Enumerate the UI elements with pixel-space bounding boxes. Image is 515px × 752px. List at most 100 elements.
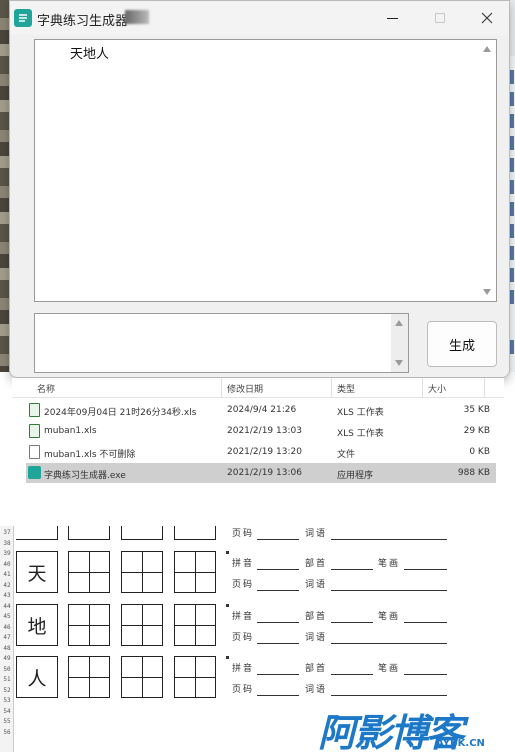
column-type[interactable]: 类型	[337, 382, 355, 395]
label-words: 词语	[305, 633, 328, 643]
row-number[interactable]: 55	[0, 718, 14, 725]
screenshot: 字典练习生成器 天地人 生成 名称 修改日期 类型 大小 2024年09月04日…	[0, 0, 515, 752]
label-page: 页码	[232, 633, 255, 643]
file-size: 29 KB	[463, 426, 490, 436]
maximize-button[interactable]	[417, 1, 463, 35]
minimize-button[interactable]	[369, 1, 415, 35]
blank-line	[331, 569, 373, 570]
label-words: 词语	[305, 580, 328, 590]
practice-grid	[174, 551, 216, 593]
label-strokes: 笔画	[378, 559, 401, 569]
row-number[interactable]: 39	[0, 550, 14, 557]
main-scrollbar[interactable]	[479, 40, 496, 301]
character-cell: 地	[16, 604, 58, 646]
title-bar[interactable]: 字典练习生成器	[10, 1, 509, 35]
row-number[interactable]: 42	[0, 582, 14, 589]
file-name: 字典练习生成器.exe	[44, 471, 126, 481]
row-number[interactable]: 40	[0, 561, 14, 568]
blank-line	[257, 643, 299, 644]
file-date: 2024/9/4 21:26	[227, 405, 297, 415]
file-row-selected[interactable]: 字典练习生成器.exe 2021/2/19 13:06 应用程序 988 KB	[26, 463, 496, 483]
practice-grid	[121, 604, 163, 646]
scroll-down-arrow-icon[interactable]	[483, 289, 491, 295]
blank-line	[331, 622, 373, 623]
label-radical: 部首	[305, 559, 328, 569]
row-number[interactable]: 44	[0, 603, 14, 610]
label-strokes: 笔画	[378, 612, 401, 622]
file-row[interactable]: 2024年09月04日 21时26分34秒.xls 2024/9/4 21:26…	[26, 400, 496, 420]
close-icon	[481, 12, 493, 24]
character-cell: 人	[16, 656, 58, 698]
characters-input[interactable]: 天地人	[34, 39, 497, 302]
column-size[interactable]: 大小	[428, 382, 446, 395]
practice-grid	[174, 656, 216, 698]
scroll-down-arrow-icon[interactable]	[395, 360, 403, 366]
cell-marker	[226, 604, 229, 607]
row-header-column: 37 38 39 40 41 42 43 44 45 46 47 48 49 50 51 52 53 54 55 56	[0, 526, 14, 752]
practice-grid	[121, 551, 163, 593]
label-radical: 部首	[305, 612, 328, 622]
row-number[interactable]: 46	[0, 624, 14, 631]
file-size: 988 KB	[457, 468, 490, 478]
blank-line	[257, 695, 299, 696]
row-number[interactable]: 47	[0, 634, 14, 641]
watermark-domain: AYBK.CN	[436, 738, 485, 749]
row-number[interactable]: 48	[0, 645, 14, 652]
practice-grid	[174, 604, 216, 646]
file-size: 35 KB	[463, 405, 490, 415]
file-list: 名称 修改日期 类型 大小 2024年09月04日 21时26分34秒.xls …	[12, 378, 504, 486]
scroll-up-arrow-icon[interactable]	[395, 320, 403, 326]
blank-line	[404, 569, 447, 570]
character-cell: 天	[16, 551, 58, 593]
blank-line	[331, 539, 447, 540]
row-number[interactable]: 51	[0, 676, 14, 683]
row-number[interactable]: 53	[0, 697, 14, 704]
blank-line	[331, 695, 447, 696]
file-name: 2024年09月04日 21时26分34秒.xls	[44, 408, 197, 418]
characters-text: 天地人	[70, 47, 110, 62]
close-button[interactable]	[464, 1, 509, 35]
file-date: 2021/2/19 13:06	[227, 468, 302, 478]
row-number[interactable]: 38	[0, 540, 14, 547]
label-pinyin: 拼音	[232, 664, 255, 674]
blank-line	[257, 569, 299, 570]
row-number[interactable]: 54	[0, 708, 14, 715]
file-type: 文件	[337, 450, 356, 460]
row-number[interactable]: 41	[0, 571, 14, 578]
output-scrollbar[interactable]	[391, 314, 408, 372]
minimize-icon	[386, 17, 398, 19]
practice-grid	[68, 604, 110, 646]
label-words: 词语	[305, 685, 328, 695]
xls-file-icon	[29, 424, 40, 438]
file-date: 2021/2/19 13:20	[227, 447, 302, 457]
row-number[interactable]: 43	[0, 592, 14, 599]
blank-line	[331, 590, 447, 591]
blank-line	[257, 674, 299, 675]
row-number[interactable]: 45	[0, 613, 14, 620]
label-page: 页码	[232, 685, 255, 695]
column-date[interactable]: 修改日期	[227, 382, 263, 395]
generate-button[interactable]: 生成	[427, 321, 497, 367]
practice-grid	[68, 551, 110, 593]
file-icon	[29, 445, 40, 459]
blank-line	[404, 622, 447, 623]
app-logo-icon	[14, 9, 32, 27]
practice-grid	[68, 656, 110, 698]
label-page: 页码	[232, 580, 255, 590]
column-name[interactable]: 名称	[37, 382, 55, 395]
scroll-up-arrow-icon[interactable]	[483, 46, 491, 52]
row-number[interactable]: 49	[0, 655, 14, 662]
file-row[interactable]: muban1.xls 2021/2/19 13:03 XLS 工作表 29 KB	[26, 421, 496, 441]
partial-cell	[174, 526, 216, 540]
file-row[interactable]: muban1.xls 不可删除 2021/2/19 13:20 文件 0 KB	[26, 442, 496, 462]
output-textbox[interactable]	[34, 313, 409, 373]
row-number[interactable]: 52	[0, 687, 14, 694]
file-size: 0 KB	[469, 447, 490, 457]
label-page: 页码	[232, 529, 255, 539]
file-type: XLS 工作表	[337, 408, 384, 418]
row-number[interactable]: 56	[0, 729, 14, 736]
file-date: 2021/2/19 13:03	[227, 426, 302, 436]
row-number[interactable]: 50	[0, 666, 14, 673]
row-number[interactable]: 37	[0, 529, 14, 536]
blank-line	[257, 622, 299, 623]
